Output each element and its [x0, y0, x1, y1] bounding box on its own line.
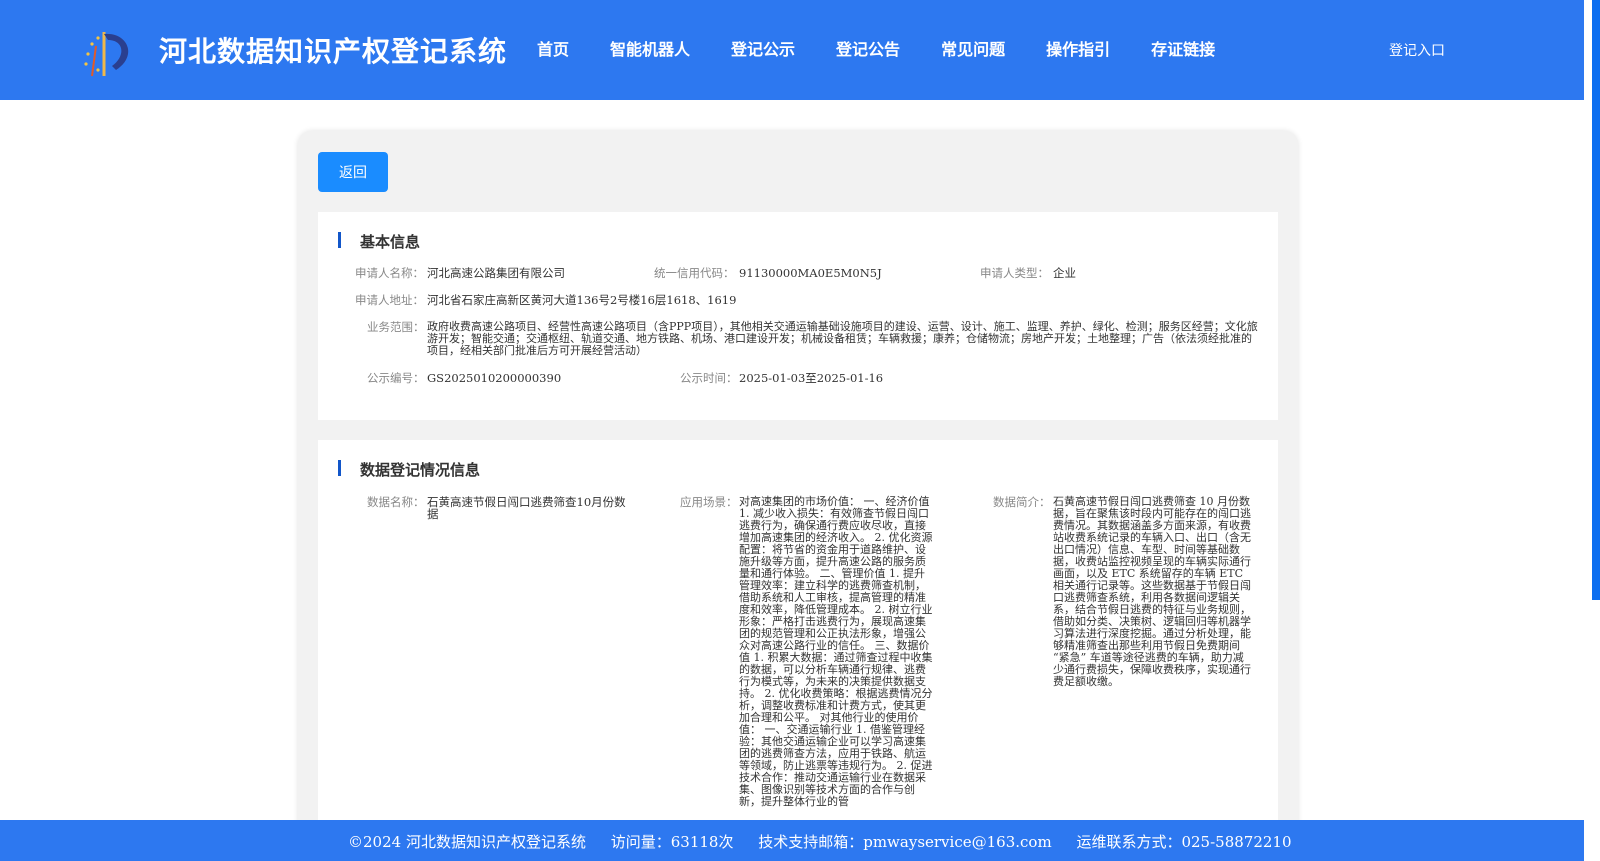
label-data-intro: 数据简介：: [993, 495, 1051, 509]
label-applicant-name: 申请人名称：: [355, 266, 424, 280]
nav-faq[interactable]: 常见问题: [941, 36, 1005, 60]
nav-robot[interactable]: 智能机器人: [610, 36, 690, 60]
login-link[interactable]: 登记入口: [1389, 40, 1445, 60]
value-business-scope: 政府收费高速公路项目、经营性高速公路项目（含PPP项目），其他相关交通运输基础设…: [427, 320, 1258, 357]
value-address: 河北省石家庄高新区黄河大道136号2号楼16层1618、1619: [427, 293, 737, 307]
value-notice-time: 2025-01-03至2025-01-16: [739, 371, 884, 385]
label-notice-time: 公示时间：: [680, 371, 738, 385]
value-data-intro: 石黄高速节假日闯口逃费筛查 10 月份数据，旨在聚焦该时段内可能存在的闯口逃费情…: [1053, 495, 1251, 688]
value-notice-number: GS2025010200000390: [427, 371, 562, 385]
data-registration-section: 数据登记情况信息 数据名称： 石黄高速节假日闯口逃费筛查10月份数据 应用场景：…: [318, 440, 1278, 861]
label-credit-code: 统一信用代码：: [654, 266, 735, 280]
basic-info-section: 基本信息 申请人名称： 河北高速公路集团有限公司 统一信用代码： 9113000…: [318, 212, 1278, 420]
back-button[interactable]: 返回: [318, 152, 388, 192]
value-applicant-type: 企业: [1053, 266, 1076, 280]
nav-home[interactable]: 首页: [537, 36, 569, 60]
detail-card: 返回 基本信息 申请人名称： 河北高速公路集团有限公司 统一信用代码： 9113…: [298, 131, 1298, 861]
footer: ©2024 河北数据知识产权登记系统 访问量：63118次 技术支持邮箱：pmw…: [0, 820, 1584, 861]
value-credit-code: 91130000MA0E5M0N5J: [739, 266, 882, 280]
nav-evidence[interactable]: 存证链接: [1151, 36, 1215, 60]
nav-announcement[interactable]: 登记公告: [836, 36, 900, 60]
footer-info: ©2024 河北数据知识产权登记系统 访问量：63118次 技术支持邮箱：pmw…: [348, 831, 1312, 852]
footer-email: 技术支持邮箱：pmwayservice@163.com: [758, 833, 1052, 851]
label-applicant-type: 申请人类型：: [980, 266, 1049, 280]
top-header: 河北数据知识产权登记系统 首页 智能机器人 登记公示 登记公告 常见问题 操作指…: [0, 0, 1584, 100]
value-applicant-name: 河北高速公路集团有限公司: [427, 266, 565, 280]
nav-guide[interactable]: 操作指引: [1046, 36, 1110, 60]
section-title-basic: 基本信息: [338, 231, 420, 252]
label-application-scene: 应用场景：: [680, 495, 738, 509]
value-data-name: 石黄高速节假日闯口逃费筛查10月份数据: [427, 495, 626, 521]
value-application-scene: 对高速集团的市场价值： 一、经济价值 1. 减少收入损失：有效筛查节假日闯口逃费…: [739, 495, 933, 808]
nav-publicity[interactable]: 登记公示: [731, 36, 795, 60]
label-business-scope: 业务范围：: [367, 320, 425, 334]
label-notice-number: 公示编号：: [367, 371, 425, 385]
logo-icon: [84, 32, 129, 77]
footer-phone: 运维联系方式：025-58872210: [1076, 833, 1292, 851]
label-address: 申请人地址：: [355, 293, 424, 307]
scrollbar-thumb[interactable]: [1592, 0, 1600, 600]
label-data-name: 数据名称：: [367, 495, 425, 509]
main-nav: 首页 智能机器人 登记公示 登记公告 常见问题 操作指引 存证链接: [537, 36, 1256, 60]
footer-copyright: ©2024 河北数据知识产权登记系统: [348, 833, 586, 851]
site-title: 河北数据知识产权登记系统: [159, 35, 508, 68]
section-title-data: 数据登记情况信息: [338, 459, 480, 480]
footer-visits: 访问量：63118次: [610, 833, 734, 851]
